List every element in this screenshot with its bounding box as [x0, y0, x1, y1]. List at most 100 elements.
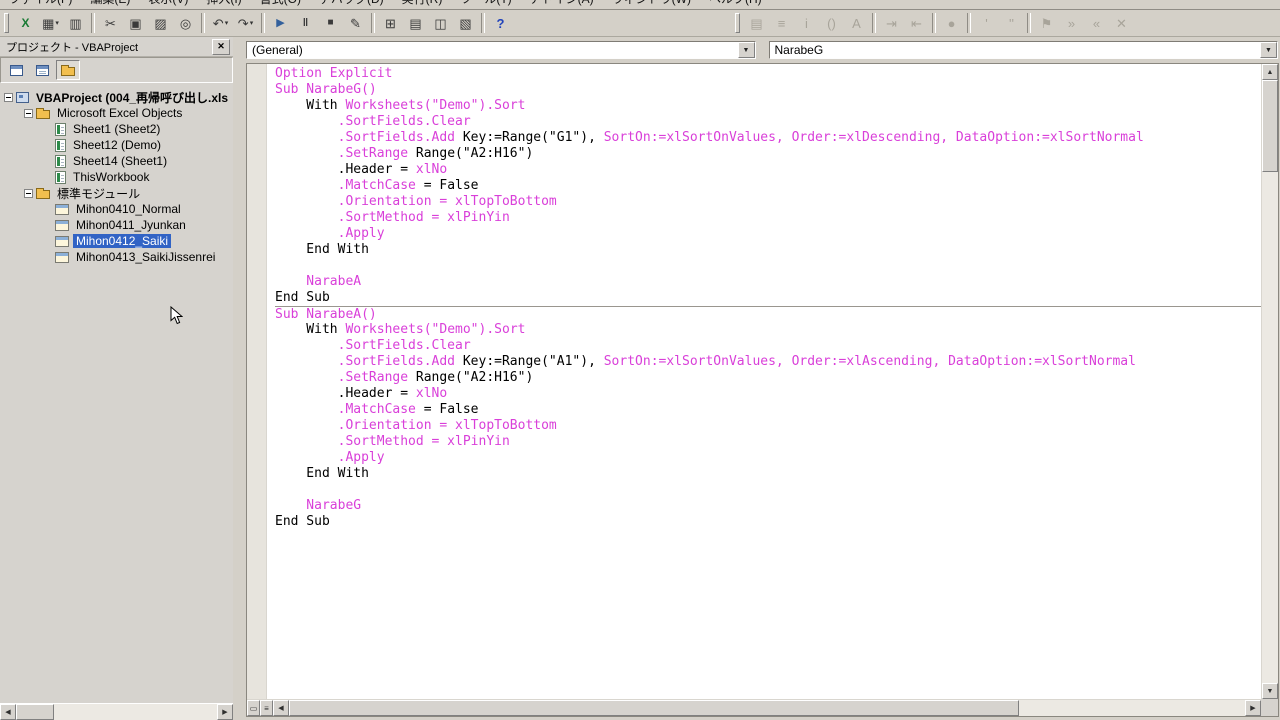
toggle-bookmark-icon[interactable]: ⚑ [1035, 12, 1058, 34]
tree-item[interactable]: ThisWorkbook [0, 169, 233, 185]
scrollbar-track[interactable] [1019, 700, 1245, 716]
scroll-right-button[interactable]: ▶ [1245, 700, 1261, 716]
chevron-down-icon: ▼ [743, 47, 750, 54]
reset-icon[interactable]: ■ [319, 12, 342, 34]
clear-bookmarks-icon[interactable]: ✕ [1110, 12, 1133, 34]
project-explorer-icon[interactable]: ⊞ [379, 12, 402, 34]
scrollbar-thumb[interactable] [16, 704, 54, 720]
scrollbar-thumb[interactable] [1262, 80, 1278, 172]
menu-items: ファイル(F)編集(E)表示(V)挿入(I)書式(O)デバッグ(D)実行(R)ツ… [0, 0, 1280, 9]
list-constants-icon[interactable]: ≡ [770, 12, 793, 34]
code-line: .SortFields.Clear [275, 338, 1261, 354]
view-microsoft-excel-icon[interactable]: X [14, 12, 37, 34]
menu-item[interactable]: 挿入(I) [197, 0, 250, 9]
toolbar-separator [91, 13, 95, 33]
menu-item[interactable]: ウィンドウ(W) [603, 0, 700, 9]
tree-item[interactable]: 標準モジュール [0, 185, 233, 201]
scrollbar-track[interactable] [16, 704, 217, 720]
panel-splitter[interactable] [233, 37, 240, 720]
quick-info-icon[interactable]: i [795, 12, 818, 34]
list-properties-icon[interactable]: ▤ [745, 12, 768, 34]
menu-item[interactable]: ヘルプ(H) [700, 0, 771, 9]
procedure-dropdown[interactable]: NarabeG ▼ [769, 41, 1279, 59]
code-line: .MatchCase = False [275, 402, 1261, 418]
object-dropdown[interactable]: (General) ▼ [246, 41, 756, 59]
toolbox-icon[interactable]: ▧ [454, 12, 477, 34]
procedure-dropdown-button[interactable]: ▼ [1260, 42, 1277, 58]
object-browser-icon[interactable]: ◫ [429, 12, 452, 34]
close-button[interactable]: ✕ [212, 39, 230, 55]
menu-item[interactable]: アドイン(A) [521, 0, 603, 9]
cut-icon[interactable]: ✂ [99, 12, 122, 34]
view-object-button[interactable] [30, 60, 54, 80]
toolbar-grip[interactable] [735, 13, 740, 33]
collapse-expander-icon[interactable] [4, 93, 13, 102]
next-bookmark-icon[interactable]: » [1060, 12, 1083, 34]
scrollbar-thumb[interactable] [289, 700, 1019, 716]
tree-item[interactable]: Mihon0412_Saiki [0, 233, 233, 249]
outdent-icon[interactable]: ⇤ [905, 12, 928, 34]
tree-item[interactable]: VBAProject (004_再帰呼び出し.xls [0, 89, 233, 105]
undo-icon[interactable]: ↶▾ [209, 12, 232, 34]
menu-item[interactable]: デバッグ(D) [310, 0, 393, 9]
tree-item[interactable]: Sheet14 (Sheet1) [0, 153, 233, 169]
procedure-view-button[interactable]: ▭ [247, 700, 260, 716]
scroll-down-button[interactable]: ▼ [1262, 683, 1278, 699]
properties-window-icon[interactable]: ▤ [404, 12, 427, 34]
design-mode-icon[interactable]: ✎ [344, 12, 367, 34]
scrollbar-track[interactable] [1262, 172, 1278, 683]
toolbar-grip[interactable] [4, 13, 9, 33]
complete-word-icon[interactable]: A [845, 12, 868, 34]
toggle-breakpoint-icon[interactable]: ● [940, 12, 963, 34]
mouse-cursor [170, 306, 183, 325]
paste-icon[interactable]: ▨ [149, 12, 172, 34]
tree-item[interactable]: Microsoft Excel Objects [0, 105, 233, 121]
tree-item[interactable]: Sheet1 (Sheet2) [0, 121, 233, 137]
copy-icon[interactable]: ▣ [124, 12, 147, 34]
tree-item-label: Microsoft Excel Objects [54, 106, 185, 120]
collapse-expander-icon[interactable] [24, 109, 33, 118]
menu-item[interactable]: 表示(V) [139, 0, 197, 9]
scroll-up-button[interactable]: ▲ [1262, 64, 1278, 80]
object-dropdown-button[interactable]: ▼ [738, 42, 755, 58]
dropdown-arrow-icon: ▾ [55, 19, 59, 27]
project-horizontal-scrollbar[interactable]: ◀ ▶ [0, 703, 233, 720]
tree-item[interactable]: Mihon0411_Jyunkan [0, 217, 233, 233]
toggle-folders-button[interactable] [56, 60, 80, 80]
horizontal-scrollbar[interactable]: ▭ ≡ ◀ ▶ [247, 699, 1261, 716]
parameter-info-icon[interactable]: () [820, 12, 843, 34]
tree-item[interactable]: Mihon0410_Normal [0, 201, 233, 217]
vertical-scrollbar[interactable]: ▲ ▼ [1261, 64, 1278, 699]
uncomment-block-icon[interactable]: '' [1000, 12, 1023, 34]
save-icon[interactable]: ▥ [64, 12, 87, 34]
break-icon[interactable]: ‖ [294, 12, 317, 34]
collapse-expander-icon[interactable] [24, 189, 33, 198]
code-line: With Worksheets("Demo").Sort [275, 98, 1261, 114]
run-icon[interactable]: ▶ [269, 12, 292, 34]
menu-item[interactable]: ツール(T) [451, 0, 520, 9]
scroll-left-button[interactable]: ◀ [0, 704, 16, 720]
code-line: .SortFields.Add Key:=Range("A1"), SortOn… [275, 354, 1261, 370]
code-line: NarabeG [275, 498, 1261, 514]
menu-item[interactable]: 編集(E) [81, 0, 139, 9]
module-icon [55, 252, 69, 263]
menu-item[interactable]: ファイル(F) [0, 0, 81, 9]
find-icon[interactable]: ◎ [174, 12, 197, 34]
tree-item-label: Mihon0412_Saiki [73, 234, 171, 248]
view-code-button[interactable] [4, 60, 28, 80]
indent-icon[interactable]: ⇥ [880, 12, 903, 34]
insert-userform-icon[interactable]: ▦▾ [39, 12, 62, 34]
tree-item[interactable]: Sheet12 (Demo) [0, 137, 233, 153]
scroll-right-button[interactable]: ▶ [217, 704, 233, 720]
menu-item[interactable]: 書式(O) [251, 0, 310, 9]
comment-block-icon[interactable]: ' [975, 12, 998, 34]
help-icon[interactable]: ? [489, 12, 512, 34]
full-module-view-button[interactable]: ≡ [260, 700, 273, 716]
redo-icon[interactable]: ↷▾ [234, 12, 257, 34]
previous-bookmark-icon[interactable]: « [1085, 12, 1108, 34]
menu-item[interactable]: 実行(R) [393, 0, 452, 9]
tree-item[interactable]: Mihon0413_SaikiJissenrei [0, 249, 233, 265]
code-editor[interactable]: Option ExplicitSub NarabeG() With Worksh… [267, 64, 1261, 699]
tree-item-label: Sheet1 (Sheet2) [70, 122, 163, 136]
scroll-left-button[interactable]: ◀ [273, 700, 289, 716]
